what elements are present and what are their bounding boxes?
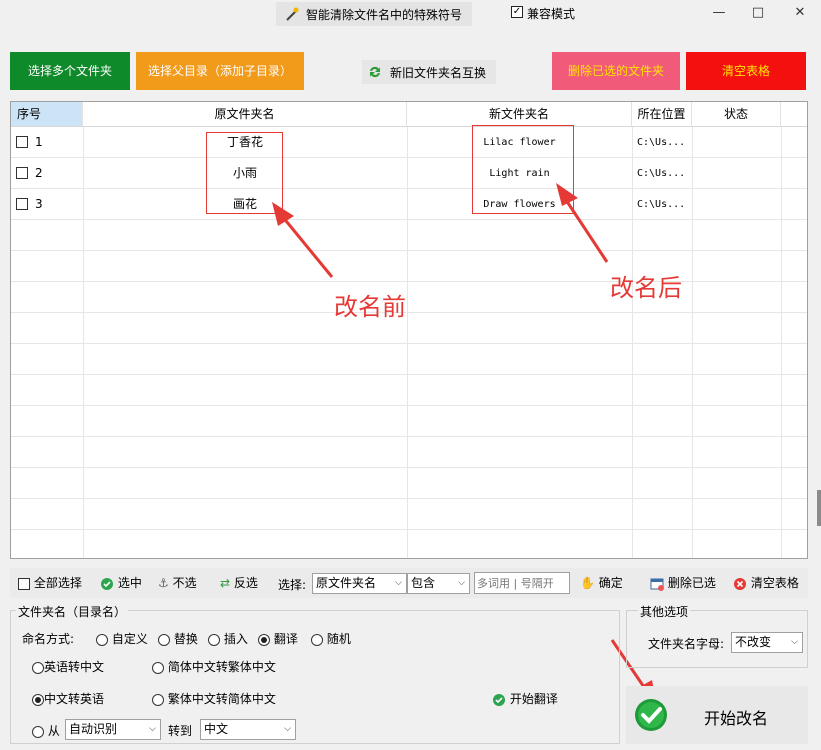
from-language-value: 自动识别 <box>69 722 118 736</box>
match-select-value: 包含 <box>411 576 436 590</box>
mode-random-radio[interactable]: 随机 <box>311 630 351 647</box>
confirm-button[interactable]: ✋ 确定 <box>580 571 623 595</box>
clear-table-label: 清空表格 <box>750 576 799 590</box>
field-select-value: 原文件夹名 <box>316 576 377 590</box>
delete-window-icon <box>650 578 664 591</box>
radio-indicator <box>96 633 108 646</box>
radio-indicator <box>158 633 170 646</box>
select-all-checkbox[interactable] <box>18 577 30 590</box>
from-label: 从 <box>47 724 60 738</box>
radio-indicator <box>32 693 44 706</box>
chevron-down-icon: ⌵ <box>791 637 798 647</box>
to-label: 转到 <box>168 724 193 738</box>
keyword-input[interactable] <box>474 572 570 594</box>
start-rename-button[interactable]: 开始改名 <box>626 686 808 744</box>
anchor-icon: ⚓ <box>158 576 169 590</box>
mode-custom-radio[interactable]: 自定义 <box>96 630 148 647</box>
zh-to-en-radio[interactable]: 中文转英语 <box>32 690 104 707</box>
start-translate-button[interactable]: 开始翻译 <box>492 690 558 707</box>
to-language-select[interactable]: 中文 ⌵ <box>200 719 296 740</box>
mode-random-label: 随机 <box>326 632 351 646</box>
from-radio[interactable]: 从 <box>32 722 60 739</box>
case-select[interactable]: 不改变 ⌵ <box>731 632 803 653</box>
check-circle-icon <box>101 577 113 590</box>
delete-selected-label: 删除已选 <box>667 576 716 590</box>
checkmark-icon <box>635 699 667 731</box>
field-select[interactable]: 原文件夹名 ⌵ <box>312 573 407 594</box>
start-rename-label: 开始改名 <box>704 709 769 728</box>
trad-to-simp-label: 繁体中文转简体中文 <box>167 692 276 706</box>
radio-indicator <box>152 661 164 674</box>
simp-to-trad-label: 简体中文转繁体中文 <box>167 660 276 674</box>
case-select-value: 不改变 <box>735 635 772 649</box>
choose-label: 选择: <box>278 578 307 592</box>
mode-custom-label: 自定义 <box>111 632 148 646</box>
deselect-label: 不选 <box>172 576 197 590</box>
window-scrollbar[interactable] <box>817 490 821 526</box>
from-language-select[interactable]: 自动识别 ⌵ <box>65 719 161 740</box>
radio-indicator <box>208 633 220 646</box>
chevron-down-icon: ⌵ <box>395 578 402 588</box>
clear-x-icon <box>734 577 746 590</box>
select-label: 选中 <box>117 576 142 590</box>
case-label: 文件夹名字母: <box>648 637 725 651</box>
en-to-zh-label: 英语转中文 <box>44 660 105 674</box>
mode-translate-radio[interactable]: 翻译 <box>258 630 298 647</box>
other-options-title: 其他选项 <box>638 603 691 620</box>
radio-indicator <box>32 661 44 674</box>
mode-translate-label: 翻译 <box>273 632 298 646</box>
before-annotation: 改名前 <box>334 293 406 321</box>
hand-icon: ✋ <box>580 576 595 590</box>
naming-mode-label: 命名方式: <box>22 632 75 646</box>
mode-replace-label: 替换 <box>173 632 198 646</box>
check-circle-icon <box>493 693 505 706</box>
match-select[interactable]: 包含 ⌵ <box>407 573 470 594</box>
swap-arrows-icon: ⇄ <box>220 576 231 590</box>
en-to-zh-radio[interactable]: 英语转中文 <box>32 658 104 675</box>
chevron-down-icon: ⌵ <box>149 724 156 734</box>
confirm-label: 确定 <box>598 576 623 590</box>
radio-indicator <box>32 725 44 738</box>
mode-insert-radio[interactable]: 插入 <box>208 630 248 647</box>
chevron-down-icon: ⌵ <box>458 578 465 588</box>
naming-group-title: 文件夹名（目录名） <box>16 603 129 620</box>
mode-insert-label: 插入 <box>223 632 248 646</box>
chevron-down-icon: ⌵ <box>284 724 291 734</box>
invert-button[interactable]: ⇄ 反选 <box>220 571 258 595</box>
select-all-label: 全部选择 <box>33 576 82 590</box>
select-button[interactable]: 选中 <box>100 571 142 595</box>
start-translate-label: 开始翻译 <box>509 692 558 706</box>
simp-to-trad-radio[interactable]: 简体中文转繁体中文 <box>152 658 276 675</box>
radio-indicator <box>311 633 323 646</box>
deselect-button[interactable]: ⚓ 不选 <box>158 571 197 595</box>
mode-replace-radio[interactable]: 替换 <box>158 630 198 647</box>
delete-selected-button[interactable]: 删除已选 <box>650 571 716 595</box>
radio-indicator <box>258 633 270 646</box>
after-annotation: 改名后 <box>610 274 682 302</box>
clear-table-button[interactable]: 清空表格 <box>733 571 799 595</box>
trad-to-simp-radio[interactable]: 繁体中文转简体中文 <box>152 690 276 707</box>
invert-label: 反选 <box>233 576 258 590</box>
select-all-control[interactable]: 全部选择 <box>18 571 82 595</box>
to-language-value: 中文 <box>204 722 229 736</box>
radio-indicator <box>152 693 164 706</box>
zh-to-en-label: 中文转英语 <box>44 692 105 706</box>
